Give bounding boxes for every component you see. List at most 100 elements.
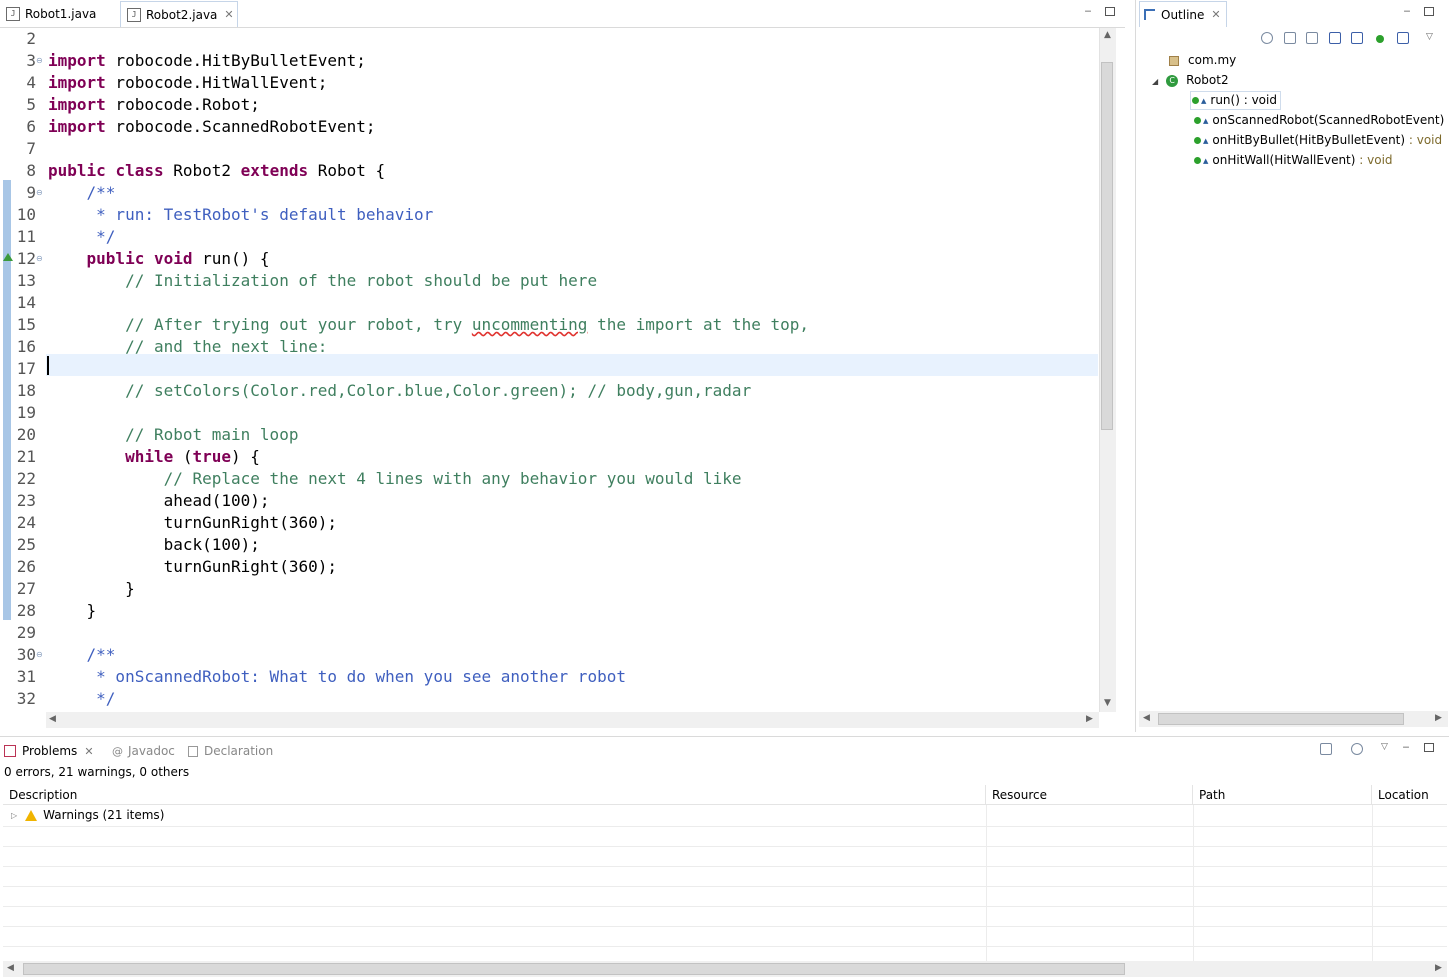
expand-arrow-icon[interactable]: ◢ bbox=[1152, 77, 1158, 86]
code-line[interactable]: } bbox=[48, 578, 135, 600]
code-line[interactable]: import robocode.HitWallEvent; bbox=[48, 72, 327, 94]
focus-on-workspace-icon[interactable] bbox=[1320, 743, 1332, 755]
close-icon[interactable]: ✕ bbox=[84, 745, 93, 758]
column-header-resource[interactable]: Resource bbox=[986, 785, 1193, 805]
code-line[interactable]: public void run() { bbox=[48, 248, 270, 270]
code-token: class bbox=[115, 161, 164, 180]
hide-static-icon[interactable] bbox=[1351, 32, 1363, 44]
outline-scroll-thumb[interactable] bbox=[1158, 713, 1404, 725]
line-number: 32 bbox=[16, 689, 36, 708]
fold-toggle-icon[interactable]: ⊖ bbox=[36, 644, 43, 666]
hide-nonpublic-icon[interactable] bbox=[1376, 35, 1384, 43]
tab-declaration[interactable]: Declaration bbox=[188, 741, 273, 761]
code-line[interactable]: */ bbox=[48, 688, 115, 710]
problems-horizontal-scrollbar[interactable]: ◀ ▶ bbox=[3, 961, 1447, 977]
code-line[interactable]: import robocode.Robot; bbox=[48, 94, 260, 116]
scroll-right-icon[interactable]: ▶ bbox=[1435, 963, 1442, 973]
code-line[interactable]: /** bbox=[48, 644, 116, 666]
code-editor[interactable]: 2 3 ⊖ 4 5 6 7 8 9 ⊖ 10 11 12 ⊖ 13 14 15 16 17 18 19 20 21 22 23 2… bbox=[0, 28, 1117, 712]
expand-arrow-icon[interactable]: ▷ bbox=[11, 811, 17, 820]
public-method-icon bbox=[1194, 137, 1201, 144]
column-header-path[interactable]: Path bbox=[1193, 785, 1372, 805]
code-line[interactable]: public class Robot2 extends Robot { bbox=[48, 160, 385, 182]
code-line[interactable]: import robocode.ScannedRobotEvent; bbox=[48, 116, 376, 138]
outline-icon bbox=[1144, 9, 1155, 20]
configure-contents-icon[interactable] bbox=[1351, 743, 1363, 755]
sort-icon[interactable] bbox=[1306, 32, 1318, 44]
code-line[interactable]: // and the next line: bbox=[48, 336, 327, 358]
outline-horizontal-scrollbar[interactable]: ◀ ▶ bbox=[1139, 711, 1448, 727]
outline-member[interactable]: ▲ run() : void bbox=[1190, 91, 1281, 110]
code-token: robocode.HitWallEvent; bbox=[105, 73, 328, 92]
fold-toggle-icon[interactable]: ⊖ bbox=[36, 50, 43, 72]
close-icon[interactable]: ✕ bbox=[224, 8, 233, 21]
code-line[interactable]: // Initialization of the robot should be… bbox=[48, 270, 597, 292]
column-header-location[interactable]: Location bbox=[1372, 785, 1447, 805]
tab-robot1-java[interactable]: J Robot1.java bbox=[6, 2, 116, 26]
code-token: the import at the top, bbox=[587, 315, 809, 334]
override-marker-icon[interactable] bbox=[3, 253, 13, 261]
warnings-group-row[interactable]: ▷ Warnings (21 items) bbox=[11, 808, 164, 822]
code-line[interactable]: } bbox=[48, 600, 97, 622]
editor-horizontal-scrollbar[interactable]: ◀ ▶ bbox=[46, 712, 1099, 728]
code-token: uncommenting bbox=[471, 315, 588, 334]
code-token: turnGunRight(360); bbox=[48, 513, 337, 532]
code-line[interactable]: * run: TestRobot's default behavior bbox=[48, 204, 433, 226]
code-line[interactable]: import robocode.HitByBulletEvent; bbox=[48, 50, 366, 72]
tab-problems[interactable]: Problems ✕ bbox=[4, 741, 94, 761]
scroll-right-icon[interactable]: ▶ bbox=[1086, 714, 1093, 724]
problems-scroll-thumb[interactable] bbox=[23, 963, 1125, 975]
code-line[interactable]: ahead(100); bbox=[48, 490, 270, 512]
code-line[interactable]: while (true) { bbox=[48, 446, 260, 468]
code-line[interactable]: * onScannedRobot: What to do when you se… bbox=[48, 666, 626, 688]
maximize-icon[interactable] bbox=[1423, 5, 1435, 17]
fold-toggle-icon[interactable]: ⊖ bbox=[36, 182, 43, 204]
code-line[interactable]: turnGunRight(360); bbox=[48, 556, 337, 578]
code-line[interactable]: // After trying out your robot, try unco… bbox=[48, 314, 809, 336]
hide-local-types-icon[interactable] bbox=[1397, 32, 1409, 44]
outline-member[interactable]: ▲ onHitByBullet(HitByBulletEvent) : void bbox=[1194, 132, 1442, 149]
scroll-left-icon[interactable]: ◀ bbox=[49, 714, 56, 724]
scroll-right-icon[interactable]: ▶ bbox=[1435, 713, 1442, 723]
scroll-left-icon[interactable]: ◀ bbox=[7, 963, 14, 973]
maximize-icon[interactable] bbox=[1423, 741, 1435, 753]
code-line[interactable]: */ bbox=[48, 226, 115, 248]
outline-package[interactable]: com.my bbox=[1169, 52, 1236, 68]
tab-javadoc[interactable]: @ Javadoc bbox=[112, 741, 175, 761]
code-line[interactable]: // setColors(Color.red,Color.blue,Color.… bbox=[48, 380, 751, 402]
fold-toggle-icon[interactable]: ⊖ bbox=[36, 248, 43, 270]
code-line[interactable]: // Robot main loop bbox=[48, 424, 298, 446]
outline-class[interactable]: ◢ C Robot2 bbox=[1152, 72, 1229, 90]
tab-outline[interactable]: Outline ✕ bbox=[1139, 1, 1227, 27]
maximize-icon[interactable] bbox=[1104, 5, 1116, 17]
code-line[interactable]: // Replace the next 4 lines with any beh… bbox=[48, 468, 742, 490]
code-line[interactable]: /** bbox=[48, 182, 116, 204]
code-token: public bbox=[86, 249, 145, 268]
minimize-icon[interactable]: ‒ bbox=[1082, 5, 1094, 17]
override-icon: ▲ bbox=[1203, 156, 1209, 165]
column-header-description[interactable]: Description bbox=[3, 785, 986, 805]
code-line[interactable]: back(100); bbox=[48, 534, 260, 556]
close-icon[interactable]: ✕ bbox=[1211, 8, 1220, 21]
scroll-up-icon[interactable]: ▲ bbox=[1104, 30, 1111, 40]
scroll-down-icon[interactable]: ▼ bbox=[1104, 698, 1111, 708]
tab-robot2-java[interactable]: J Robot2.java ✕ bbox=[120, 1, 238, 27]
view-menu-icon[interactable]: ▽ bbox=[1381, 742, 1388, 752]
link-editor-icon[interactable] bbox=[1284, 32, 1296, 44]
line-number: 25 bbox=[16, 535, 36, 554]
scroll-left-icon[interactable]: ◀ bbox=[1143, 713, 1150, 723]
minimize-icon[interactable]: ‒ bbox=[1401, 5, 1413, 17]
hide-fields-icon[interactable] bbox=[1329, 32, 1341, 44]
collapse-all-icon[interactable] bbox=[1261, 32, 1273, 44]
outline-member[interactable]: ▲ onHitWall(HitWallEvent) : void bbox=[1194, 152, 1393, 169]
code-token: robocode.ScannedRobotEvent; bbox=[105, 117, 376, 136]
minimize-icon[interactable]: ‒ bbox=[1400, 741, 1412, 753]
outline-member[interactable]: ▲ onScannedRobot(ScannedRobotEvent) bbox=[1194, 112, 1444, 129]
editor-scroll-thumb[interactable] bbox=[1101, 62, 1113, 430]
code-line[interactable]: turnGunRight(360); bbox=[48, 512, 337, 534]
line-number: 16 bbox=[16, 337, 36, 356]
view-menu-icon[interactable]: ▽ bbox=[1426, 32, 1433, 42]
